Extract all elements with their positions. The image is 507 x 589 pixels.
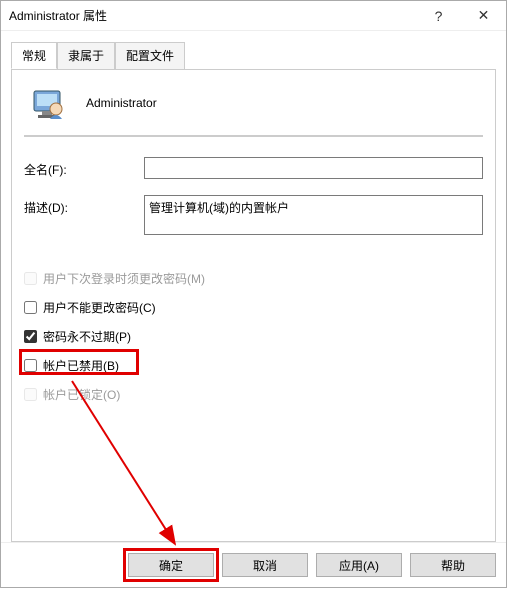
neverexpire-row[interactable]: 密码永不过期(P) <box>24 328 483 345</box>
tab-general[interactable]: 常规 <box>11 42 57 69</box>
mustchange-row: 用户下次登录时须更改密码(M) <box>24 270 483 287</box>
window-title: Administrator 属性 <box>9 7 107 24</box>
help-button-bottom[interactable]: 帮助 <box>410 553 496 577</box>
user-icon <box>30 85 66 121</box>
fullname-input[interactable] <box>144 157 483 179</box>
locked-label: 帐户已锁定(O) <box>43 386 120 403</box>
fullname-row: 全名(F): <box>24 157 483 179</box>
description-row: 描述(D): 管理计算机(域)的内置帐户 <box>24 195 483 238</box>
cannotchange-checkbox[interactable] <box>24 301 37 314</box>
cannotchange-row[interactable]: 用户不能更改密码(C) <box>24 299 483 316</box>
tab-strip: 常规 隶属于 配置文件 <box>11 42 496 70</box>
content-area: 常规 隶属于 配置文件 Administrator <box>1 31 506 542</box>
ok-button[interactable]: 确定 <box>128 553 214 577</box>
disabled-label: 帐户已禁用(B) <box>43 357 119 374</box>
locked-checkbox <box>24 388 37 401</box>
general-panel: Administrator 全名(F): 描述(D): 管理计算机(域)的内置帐… <box>11 69 496 542</box>
titlebar-controls: ? ✕ <box>416 1 506 30</box>
tab-profile[interactable]: 配置文件 <box>115 42 185 69</box>
tab-memberof[interactable]: 隶属于 <box>57 42 115 69</box>
account-header: Administrator <box>24 85 483 121</box>
neverexpire-label: 密码永不过期(P) <box>43 328 131 345</box>
button-row: 确定 取消 应用(A) 帮助 <box>1 542 506 587</box>
account-name: Administrator <box>86 96 157 110</box>
mustchange-checkbox <box>24 272 37 285</box>
help-button[interactable]: ? <box>416 1 461 30</box>
fullname-label: 全名(F): <box>24 157 144 178</box>
disabled-row[interactable]: 帐户已禁用(B) <box>24 357 483 374</box>
properties-dialog: Administrator 属性 ? ✕ 常规 隶属于 配置文件 <box>0 0 507 588</box>
divider <box>24 135 483 137</box>
cancel-button[interactable]: 取消 <box>222 553 308 577</box>
disabled-checkbox[interactable] <box>24 359 37 372</box>
description-input[interactable]: 管理计算机(域)的内置帐户 <box>144 195 483 235</box>
titlebar: Administrator 属性 ? ✕ <box>1 1 506 31</box>
locked-row: 帐户已锁定(O) <box>24 386 483 403</box>
close-button[interactable]: ✕ <box>461 1 506 30</box>
mustchange-label: 用户下次登录时须更改密码(M) <box>43 270 205 287</box>
cannotchange-label: 用户不能更改密码(C) <box>43 299 156 316</box>
neverexpire-checkbox[interactable] <box>24 330 37 343</box>
description-label: 描述(D): <box>24 195 144 216</box>
apply-button[interactable]: 应用(A) <box>316 553 402 577</box>
